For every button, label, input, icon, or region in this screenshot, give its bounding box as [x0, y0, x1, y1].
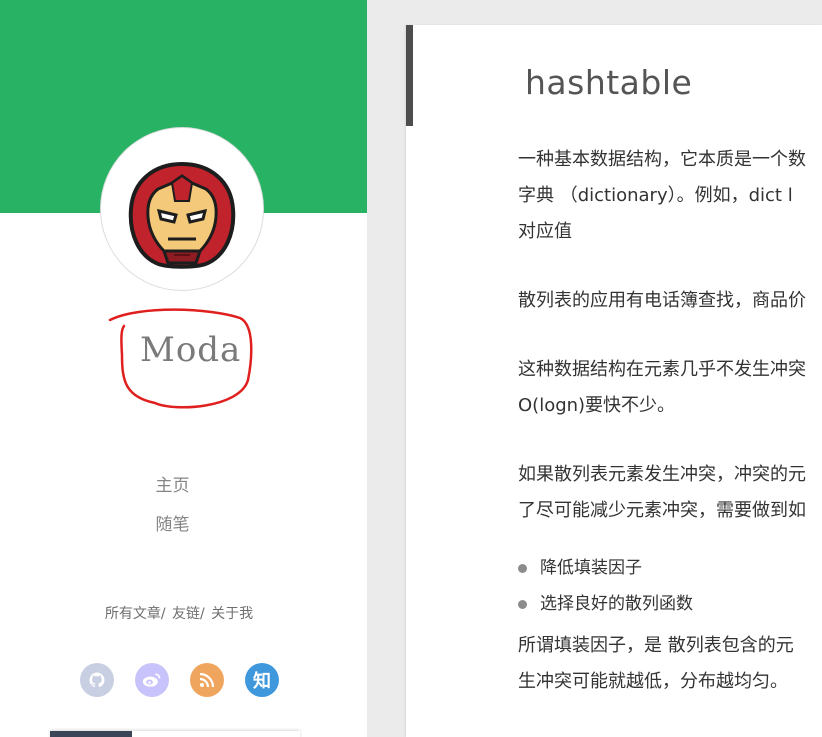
- article-panel: hashtable 一种基本数据结构，它本质是一个数 字典 （dictionar…: [406, 25, 822, 737]
- rss-icon[interactable]: [190, 663, 224, 697]
- link-about-me[interactable]: 关于我: [211, 606, 253, 622]
- github-icon[interactable]: [80, 663, 114, 697]
- paragraph: 一种基本数据结构，它本质是一个数 字典 （dictionary）。例如，dict…: [518, 142, 822, 250]
- paragraph: 这种数据结构在元素几乎不发生冲突 O(logn)要快不少。: [518, 352, 822, 424]
- blog-author-name: Moda: [140, 330, 242, 370]
- list-item-text: 降低填装因子: [540, 558, 642, 578]
- text-line: 如果散列表元素发生冲突，冲突的元: [518, 464, 806, 485]
- nav-link-home[interactable]: 主页: [0, 474, 345, 513]
- text-line: 对应值: [518, 221, 572, 242]
- widget-thumbnail: [50, 731, 132, 737]
- text-line: O(logn)要快不少。: [518, 395, 676, 416]
- bullet-dot: [518, 564, 527, 573]
- article-body: 一种基本数据结构，它本质是一个数 字典 （dictionary）。例如，dict…: [518, 142, 822, 733]
- text-line: 生冲突可能就越低，分布越均匀。: [518, 671, 788, 692]
- sidebar-nav: 主页 随笔: [0, 474, 345, 552]
- sidebar: Moda 主页 随笔 所有文章/ 友链/ 关于我 知: [0, 0, 367, 737]
- text-line: 一种基本数据结构，它本质是一个数: [518, 149, 806, 170]
- nav-link-essays[interactable]: 随笔: [0, 513, 345, 552]
- avatar[interactable]: [101, 128, 263, 290]
- paragraph: 散列表的应用有电话簿查找，商品价: [518, 283, 822, 319]
- article-title: hashtable: [525, 63, 693, 102]
- paragraph: 如果散列表元素发生冲突，冲突的元 了尽可能减少元素冲突，需要做到如: [518, 457, 822, 529]
- list-item-text: 选择良好的散列函数: [540, 594, 693, 614]
- sidebar-widget: [50, 731, 300, 737]
- bullet-dot: [518, 600, 527, 609]
- sidebar-links: 所有文章/ 友链/ 关于我: [0, 603, 360, 623]
- social-icons: 知: [80, 663, 279, 697]
- paragraph: 所谓填装因子，是 散列表包含的元 生冲突可能就越低，分布越均匀。: [518, 628, 822, 700]
- text-line: 了尽可能减少元素冲突，需要做到如: [518, 500, 806, 521]
- text-line: 这种数据结构在元素几乎不发生冲突: [518, 359, 806, 380]
- title-accent-bar: [406, 25, 413, 126]
- link-friends[interactable]: 友链/: [172, 606, 205, 622]
- text-line: 字典 （dictionary）。例如，dict l: [518, 185, 793, 206]
- list-item: 选择良好的散列函数: [518, 586, 822, 622]
- weibo-icon[interactable]: [135, 663, 169, 697]
- text-line: 所谓填装因子，是 散列表包含的元: [518, 635, 794, 656]
- link-all-articles[interactable]: 所有文章/: [105, 606, 166, 622]
- bullet-list: 降低填装因子 选择良好的散列函数: [518, 550, 822, 622]
- ironman-avatar-icon: [128, 161, 236, 269]
- zhihu-icon[interactable]: 知: [245, 663, 279, 697]
- list-item: 降低填装因子: [518, 550, 822, 586]
- text-line: 散列表的应用有电话簿查找，商品价: [518, 290, 806, 311]
